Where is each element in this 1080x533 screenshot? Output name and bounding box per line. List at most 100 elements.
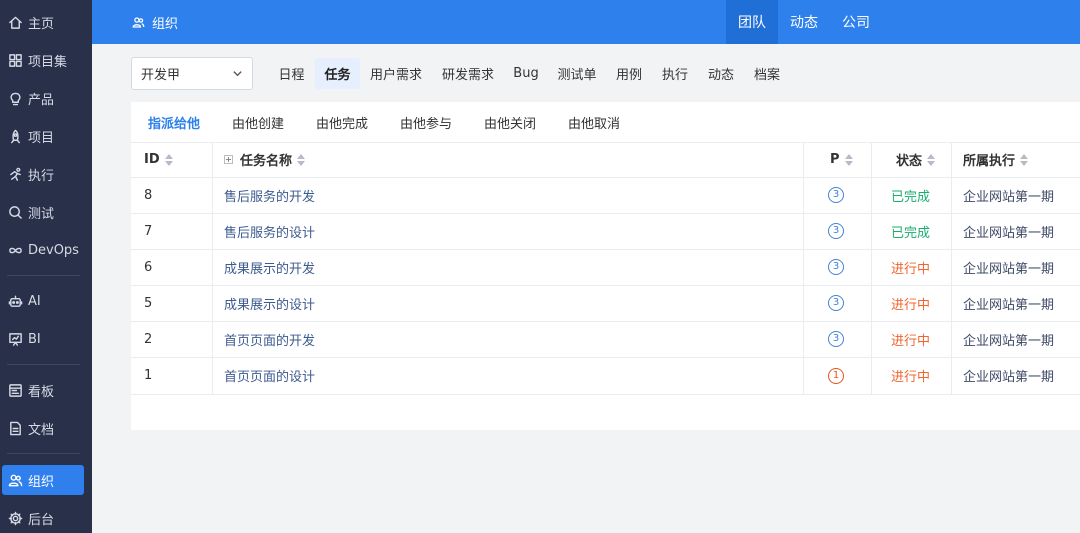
search-icon (7, 204, 23, 220)
department-select[interactable]: 开发甲 (131, 57, 253, 90)
sidebar-item-label: 看板 (28, 384, 55, 400)
task-id: 6 (144, 259, 153, 275)
status-badge: 进行中 (891, 261, 931, 277)
sidebar-item-ai[interactable]: AI (0, 286, 92, 316)
sort-icon (297, 153, 306, 166)
task-name-link[interactable]: 首页页面的开发 (224, 321, 315, 357)
priority-badge: 1 (828, 367, 844, 384)
filter-closed-by[interactable]: 由他关闭 (484, 102, 536, 142)
column-header-label: P (830, 152, 840, 167)
subtab-dev-stories[interactable]: 研发需求 (436, 58, 500, 89)
robot-icon (7, 293, 23, 309)
filter-canceled-by[interactable]: 由他取消 (568, 102, 620, 142)
sidebar-item-project[interactable]: 项目 (0, 121, 92, 151)
execution-link[interactable]: 企业网站第一期 (963, 213, 1054, 249)
column-header-priority[interactable]: P (830, 142, 853, 177)
status-badge: 进行中 (891, 333, 931, 349)
priority-cell: 3 (828, 321, 844, 357)
subtab-profile[interactable]: 档案 (748, 58, 786, 89)
sidebar-item-test[interactable]: 测试 (0, 197, 92, 227)
priority-cell: 3 (828, 249, 844, 285)
column-header-label: 状态 (896, 154, 923, 169)
subtab-execution[interactable]: 执行 (656, 58, 694, 89)
sort-icon (927, 153, 936, 166)
subtab-bug[interactable]: Bug (508, 58, 544, 89)
execution-link[interactable]: 企业网站第一期 (963, 285, 1054, 321)
filter-assigned-to[interactable]: 指派给他 (148, 102, 200, 142)
users-icon (132, 16, 145, 28)
tab-company[interactable]: 公司 (830, 0, 882, 44)
priority-badge: 3 (828, 259, 844, 275)
chevron-down-icon (232, 68, 243, 79)
sidebar-item-label: 项目 (28, 130, 55, 146)
sidebar-item-execution[interactable]: 执行 (0, 159, 92, 189)
sidebar-item-label: DevOps (28, 242, 79, 258)
execution-link[interactable]: 企业网站第一期 (963, 249, 1054, 285)
sidebar-item-organization[interactable]: 组织 (2, 465, 84, 495)
task-id: 5 (144, 295, 153, 311)
execution-link[interactable]: 企业网站第一期 (963, 357, 1054, 394)
document-icon (7, 420, 23, 436)
sidebar-item-label: 测试 (28, 206, 55, 222)
task-name-link[interactable]: 成果展示的开发 (224, 249, 315, 285)
sidebar-item-docs[interactable]: 文档 (0, 413, 92, 443)
task-name-link[interactable]: 售后服务的开发 (224, 177, 315, 213)
column-header-label: ID (144, 152, 160, 167)
filter-created-by[interactable]: 由他创建 (232, 102, 284, 142)
sidebar-item-devops[interactable]: DevOps (0, 235, 92, 265)
filter-involved[interactable]: 由他参与 (400, 102, 452, 142)
subtab-schedule[interactable]: 日程 (273, 58, 310, 89)
sidebar-divider (7, 364, 80, 365)
sidebar-divider (7, 275, 80, 276)
page-title: 组织 (132, 0, 178, 44)
table-border (803, 142, 804, 394)
priority-cell: 3 (828, 177, 844, 213)
status-badge: 进行中 (891, 370, 931, 385)
sidebar-item-label: 组织 (28, 474, 55, 490)
sidebar-item-product[interactable]: 产品 (0, 83, 92, 113)
subtab-user-stories[interactable]: 用户需求 (364, 58, 428, 89)
run-icon (7, 166, 23, 182)
task-panel: 指派给他 由他创建 由他完成 由他参与 由他关闭 由他取消 ID 任务名称 P … (131, 102, 1080, 430)
column-header-status[interactable]: 状态 (896, 142, 936, 177)
subtab-tasks[interactable]: 任务 (315, 58, 360, 89)
column-header-id[interactable]: ID (144, 142, 173, 177)
subtab-dynamics[interactable]: 动态 (702, 58, 740, 89)
subtab-testtask[interactable]: 测试单 (552, 58, 602, 89)
status-badge: 已完成 (891, 225, 931, 241)
column-header-label: 任务名称 (240, 154, 293, 169)
sidebar-item-program[interactable]: 项目集 (0, 45, 92, 75)
task-name-link[interactable]: 售后服务的设计 (224, 213, 315, 249)
infinity-icon (7, 242, 23, 258)
tab-team[interactable]: 团队 (726, 0, 778, 44)
task-name-link[interactable]: 成果展示的设计 (224, 285, 315, 321)
execution-link[interactable]: 企业网站第一期 (963, 321, 1054, 357)
sidebar-item-label: 执行 (28, 168, 55, 184)
subtab-cases[interactable]: 用例 (610, 58, 648, 89)
sidebar-item-kanban[interactable]: 看板 (0, 375, 92, 405)
sort-icon (164, 153, 173, 166)
sort-icon (844, 153, 853, 166)
sidebar: 主页 项目集 产品 项目 执行 测试 DevOps AI BI 看板 文档 组织… (0, 0, 92, 533)
task-name-link[interactable]: 首页页面的设计 (224, 357, 315, 394)
expand-all-icon[interactable] (224, 155, 233, 164)
sidebar-item-label: 后台 (28, 512, 55, 528)
sidebar-item-label: 文档 (28, 422, 55, 438)
chart-board-icon (7, 331, 23, 347)
column-header-execution[interactable]: 所属执行 (963, 142, 1029, 177)
table-border (871, 142, 872, 394)
filter-finished-by[interactable]: 由他完成 (316, 102, 368, 142)
priority-badge: 3 (828, 331, 844, 347)
priority-cell: 1 (828, 357, 844, 394)
sidebar-item-admin[interactable]: 后台 (0, 503, 92, 533)
sidebar-item-home[interactable]: 主页 (0, 7, 92, 37)
column-header-name[interactable]: 任务名称 (224, 142, 306, 177)
priority-badge: 3 (828, 187, 844, 203)
department-select-value: 开发甲 (141, 68, 181, 83)
sidebar-divider (7, 453, 80, 454)
tab-dynamics[interactable]: 动态 (778, 0, 830, 44)
gear-icon (7, 510, 23, 526)
column-header-label: 所属执行 (963, 154, 1016, 169)
sidebar-item-bi[interactable]: BI (0, 324, 92, 354)
execution-link[interactable]: 企业网站第一期 (963, 177, 1054, 213)
